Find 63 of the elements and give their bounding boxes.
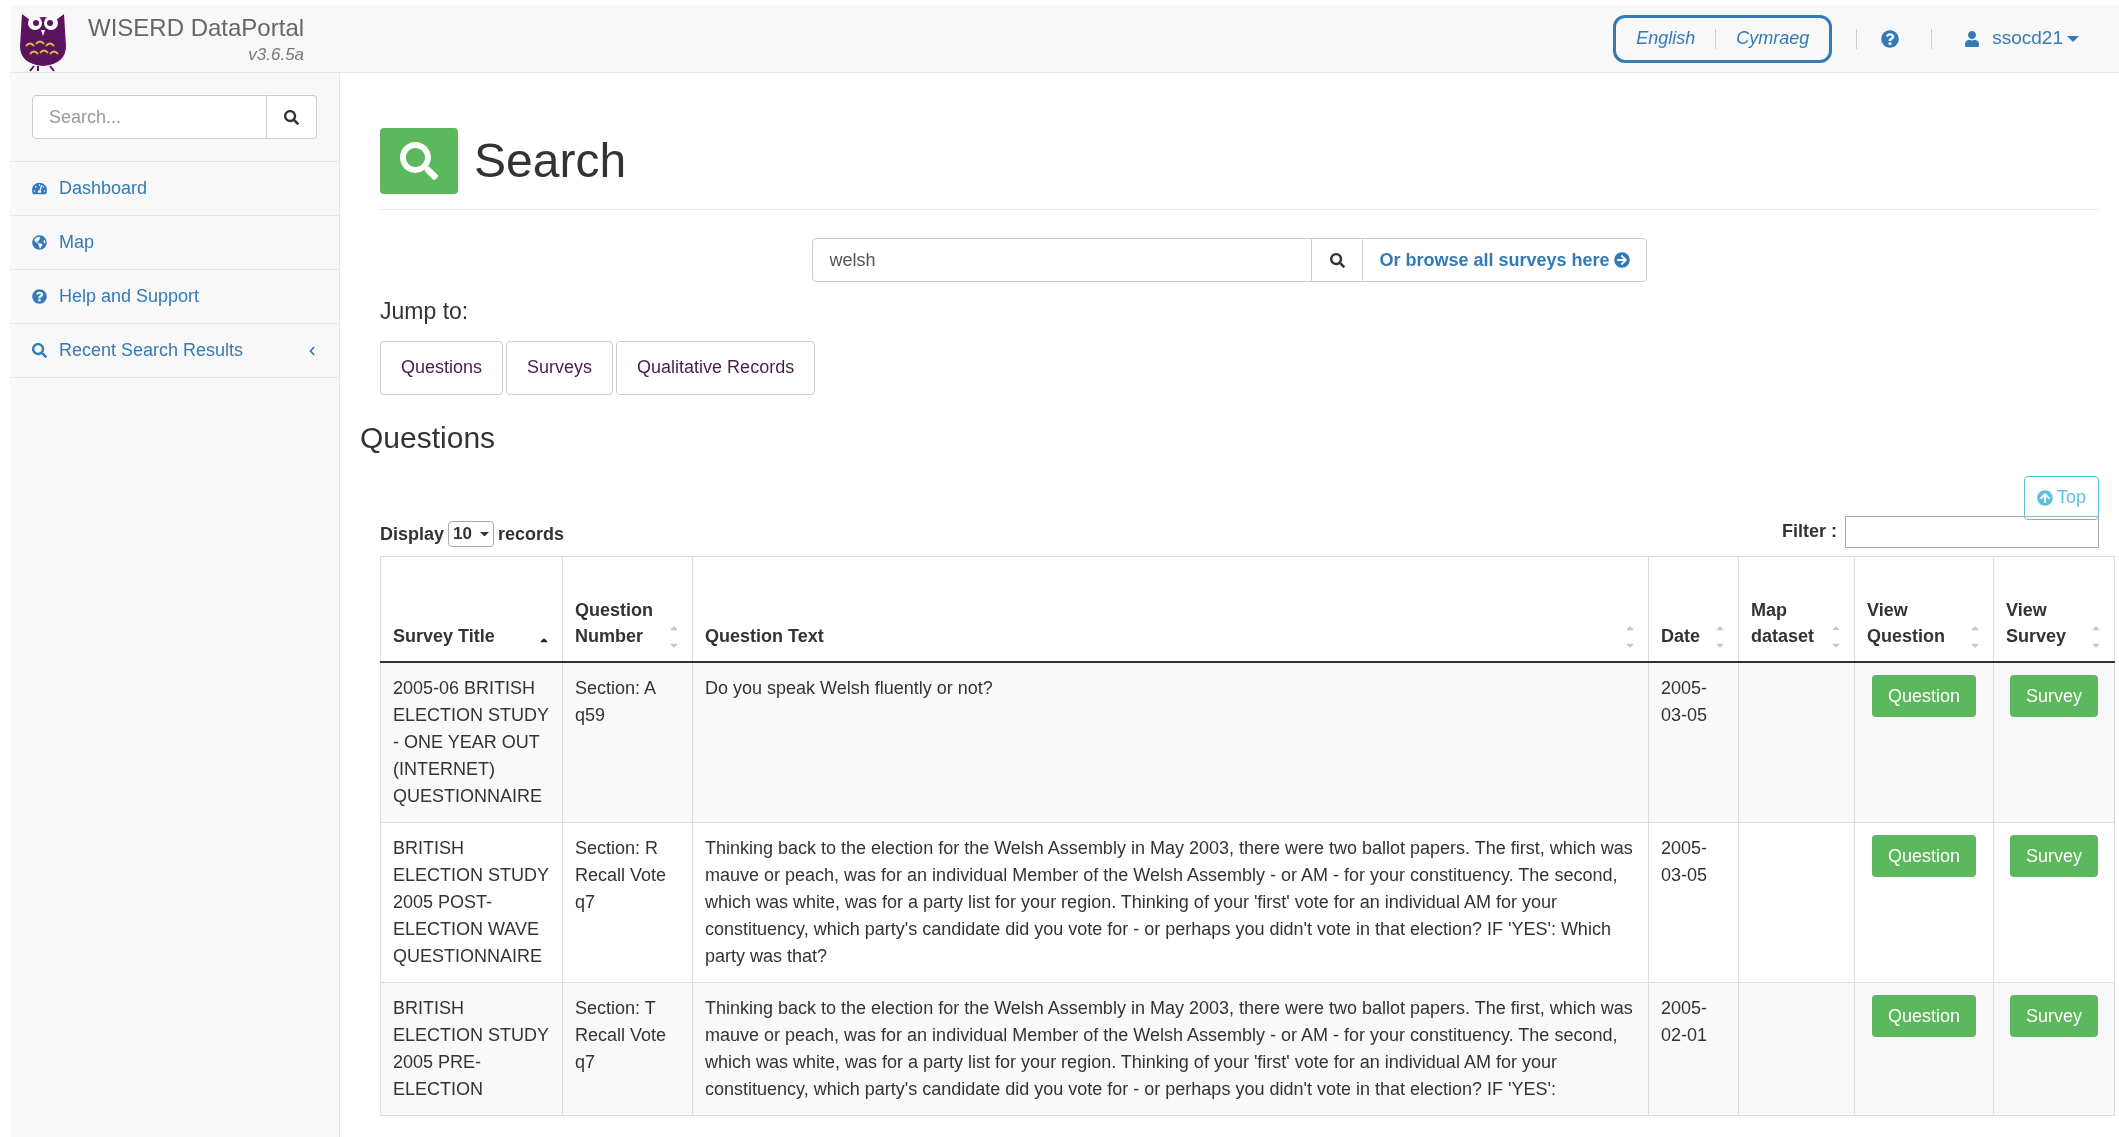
sidebar-item[interactable]: Recent Search Results [10,324,339,378]
records-label: records [497,522,564,546]
search-icon [284,109,299,125]
dashboard-icon [32,181,47,196]
sidebar-search-field[interactable]: Search... [32,95,267,139]
caret-icon [479,531,489,537]
table-cell: Do you speak Welsh fluently or not? [705,678,993,698]
search-icon [1329,252,1345,268]
table-cell: BRITISH ELECTION STUDY 2005 PRE-ELECTION [393,998,549,1099]
search-icon [400,142,438,180]
table-cell: Section: R Recall Vote q7 [575,838,667,912]
sidebar-item[interactable]: Map [10,216,339,270]
view-question-button[interactable]: Question [1871,995,1976,1037]
view-question-button[interactable]: Question [1871,835,1976,877]
sidebar-item[interactable]: Dashboard [10,162,339,216]
jump-button[interactable]: Surveys [506,340,614,395]
table-cell: BRITISH ELECTION STUDY 2005 POST-ELECTION WAVE QUESTIONNAIRE [393,838,549,966]
table-cell: Section: A q59 [575,678,656,725]
table-cell: Section: T Recall Vote q7 [575,998,667,1072]
caret-icon [2067,35,2079,42]
table-cell: 2005-03-05 [1661,838,1708,885]
view-question-button[interactable]: Question [1871,675,1976,717]
version-label: v3.6.5a [248,43,305,66]
arrow-up-icon [2036,489,2053,506]
search-button[interactable] [267,95,317,139]
user-icon [1964,30,1981,47]
language-link[interactable]: English [1636,25,1696,52]
help-icon[interactable] [1881,29,1900,48]
page-title: Search [474,133,627,189]
chevron-icon [307,345,317,356]
brand-title[interactable]: WISERD DataPortal [88,9,305,46]
jump-to-label: Jump to: [380,297,470,326]
table-cell: Thinking back to the election for the Welsh Assembly in May 2003, there were two ballot papers. The first, which was mauve or peach, was for an individual Member of the Welsh Assembly - or AM - for your constituency. The second, which was white, was for a party list for your region. Thinking of your 'first' vote for an individual AM for your constituency, which party's candidate did you vote for - or perhaps you didn't vote in that election? IF 'YES': [705,998,1633,1099]
display-label: Display [380,522,445,546]
table-cell: Thinking back to the election for the Welsh Assembly in May 2003, there were two ballot papers. The first, which was mauve or peach, was for an individual Member of the Welsh Assembly - or AM - for your constituency. The second, which was white, was for a party list for your region. Thinking of your 'first' vote for an individual AM for your constituency, which party's candidate did you vote for - or perhaps you didn't vote in that election? IF 'YES': Which party was that? [705,838,1633,966]
sort-icon[interactable] [1830,625,1842,649]
browse-surveys-link[interactable]: Or browse all surveys here [1362,238,1647,282]
language-link[interactable]: Cymraeg [1736,25,1810,52]
arrow-right-icon [1613,252,1630,268]
view-survey-button[interactable]: Survey [2010,995,2098,1037]
view-survey-button[interactable]: Survey [2010,675,2098,717]
sort-icon[interactable] [1969,625,1981,649]
search-icon [32,343,47,358]
main-search-field[interactable]: welsh [812,238,1313,282]
table-cell: 2005-02-01 [1661,998,1708,1045]
globe-icon [32,235,47,250]
sort-icon[interactable] [1714,625,1726,649]
help-icon [32,289,47,304]
page-size-select[interactable]: 10 [448,521,494,547]
user-menu-link[interactable]: ssocd21 [1992,24,2063,53]
jump-button[interactable]: Qualitative Records [616,340,816,395]
sort-icon[interactable] [1624,625,1636,649]
table-cell: 2005-03-05 [1661,678,1708,725]
sort-icon[interactable] [668,625,680,649]
section-title: Questions [360,419,497,456]
sidebar-item[interactable]: Help and Support [10,270,339,324]
table-cell: 2005-06 BRITISH ELECTION STUDY - ONE YEAR OUT (INTERNET) QUESTIONNAIRE [393,678,549,806]
filter-label: Filter : [1782,520,1837,543]
filter-field[interactable] [1845,515,2099,548]
search-button[interactable] [1312,238,1363,282]
jump-button[interactable]: Questions [380,340,504,395]
sort-icon[interactable] [2090,625,2102,649]
view-survey-button[interactable]: Survey [2010,835,2098,877]
